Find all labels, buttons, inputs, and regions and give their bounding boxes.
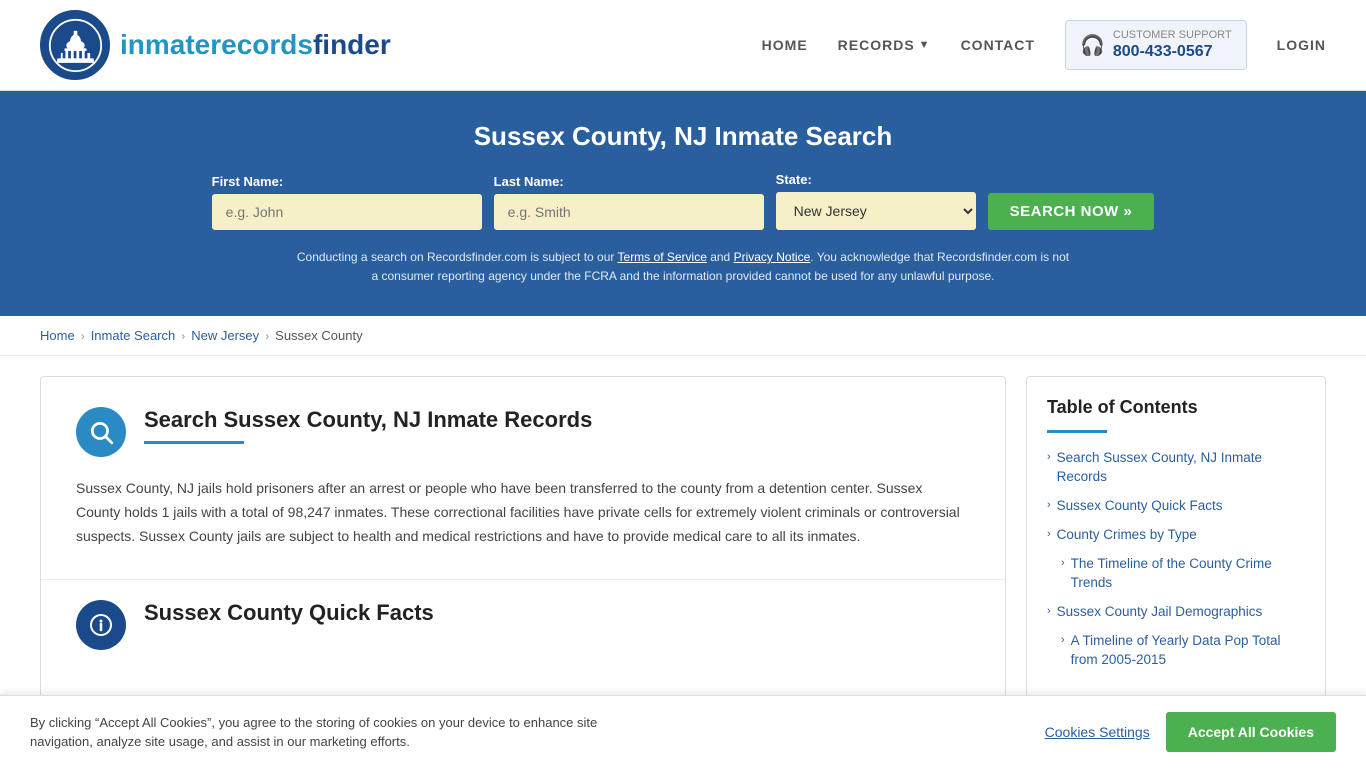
toc-link-4[interactable]: The Timeline of the County Crime Trends [1071, 555, 1305, 593]
main-nav: HOME RECORDS ▼ CONTACT 🎧 CUSTOMER SUPPOR… [762, 20, 1326, 69]
nav-records[interactable]: RECORDS ▼ [838, 37, 931, 53]
site-header: inmaterecordsfinder HOME RECORDS ▼ CONTA… [0, 0, 1366, 91]
last-name-group: Last Name: [494, 174, 764, 230]
terms-link[interactable]: Terms of Service [618, 250, 707, 264]
chevron-right-icon-2: › [1047, 499, 1051, 511]
support-number: 800-433-0567 [1113, 43, 1232, 61]
breadcrumb: Home › Inmate Search › New Jersey › Suss… [0, 316, 1366, 356]
first-name-group: First Name: [212, 174, 482, 230]
logo-text: inmaterecordsfinder [120, 29, 391, 61]
toc-box: Table of Contents › Search Sussex County… [1026, 376, 1326, 700]
toc-item-6: › A Timeline of Yearly Data Pop Total fr… [1061, 632, 1305, 670]
sidebar: Table of Contents › Search Sussex County… [1026, 376, 1326, 700]
state-group: State: New Jersey Alabama Alaska Arizona… [776, 172, 976, 230]
breadcrumb-sep-2: › [181, 329, 185, 343]
disclaimer-text: Conducting a search on Recordsfinder.com… [293, 248, 1073, 286]
toc-link-5[interactable]: Sussex County Jail Demographics [1057, 603, 1263, 622]
last-name-label: Last Name: [494, 174, 564, 189]
page-title: Sussex County, NJ Inmate Search [40, 121, 1326, 152]
breadcrumb-sep-3: › [265, 329, 269, 343]
section-1-body: Sussex County, NJ jails hold prisoners a… [76, 477, 970, 548]
section-2-title-area: Sussex County Quick Facts [144, 600, 434, 626]
section-2-header: Sussex County Quick Facts [76, 600, 970, 650]
main-content: Search Sussex County, NJ Inmate Records … [0, 356, 1366, 720]
support-info: CUSTOMER SUPPORT 800-433-0567 [1113, 29, 1232, 60]
breadcrumb-sussex-county: Sussex County [275, 328, 362, 343]
section-1-header: Search Sussex County, NJ Inmate Records [76, 407, 970, 457]
nav-contact[interactable]: CONTACT [961, 37, 1035, 53]
toc-divider [1047, 430, 1107, 433]
breadcrumb-new-jersey[interactable]: New Jersey [191, 328, 259, 343]
toc-item-2: › Sussex County Quick Facts [1047, 497, 1305, 516]
customer-support-box: 🎧 CUSTOMER SUPPORT 800-433-0567 [1065, 20, 1247, 69]
chevron-down-icon: ▼ [919, 39, 931, 51]
article-section-1: Search Sussex County, NJ Inmate Records … [41, 377, 1005, 579]
toc-link-2[interactable]: Sussex County Quick Facts [1057, 497, 1223, 516]
toc-item-3: › County Crimes by Type [1047, 526, 1305, 545]
last-name-input[interactable] [494, 194, 764, 230]
first-name-label: First Name: [212, 174, 284, 189]
logo-finder: finder [313, 29, 391, 60]
toc-item-4: › The Timeline of the County Crime Trend… [1061, 555, 1305, 593]
toc-item-1: › Search Sussex County, NJ Inmate Record… [1047, 449, 1305, 487]
section-1-underline [144, 441, 244, 444]
login-button[interactable]: LOGIN [1277, 37, 1326, 53]
chevron-right-icon-1: › [1047, 451, 1051, 463]
logo-records: records [210, 29, 313, 60]
toc-list: › Search Sussex County, NJ Inmate Record… [1047, 449, 1305, 669]
cookie-actions: Cookies Settings Accept All Cookies [1045, 712, 1336, 752]
hero-section: Sussex County, NJ Inmate Search First Na… [0, 91, 1366, 316]
article: Search Sussex County, NJ Inmate Records … [40, 376, 1006, 700]
cookie-text: By clicking “Accept All Cookies”, you ag… [30, 713, 630, 752]
section-1-title: Search Sussex County, NJ Inmate Records [144, 407, 592, 433]
chevron-right-icon-4: › [1061, 557, 1065, 569]
article-section-2-partial: Sussex County Quick Facts [41, 580, 1005, 660]
toc-title: Table of Contents [1047, 397, 1305, 418]
logo-icon [40, 10, 110, 80]
logo-inmate: inmate [120, 29, 210, 60]
headset-icon: 🎧 [1080, 33, 1105, 58]
support-label: CUSTOMER SUPPORT [1113, 29, 1232, 42]
toc-item-5: › Sussex County Jail Demographics [1047, 603, 1305, 622]
chevron-right-icon-5: › [1047, 605, 1051, 617]
section-2-title: Sussex County Quick Facts [144, 600, 434, 626]
logo-area: inmaterecordsfinder [40, 10, 391, 80]
accept-cookies-button[interactable]: Accept All Cookies [1166, 712, 1336, 752]
search-button[interactable]: SEARCH NOW » [988, 193, 1155, 230]
toc-link-6[interactable]: A Timeline of Yearly Data Pop Total from… [1071, 632, 1305, 670]
privacy-link[interactable]: Privacy Notice [734, 250, 811, 264]
state-select[interactable]: New Jersey Alabama Alaska Arizona Arkans… [776, 192, 976, 230]
chevron-right-icon-6: › [1061, 634, 1065, 646]
breadcrumb-inmate-search[interactable]: Inmate Search [91, 328, 176, 343]
cookie-banner: By clicking “Accept All Cookies”, you ag… [0, 695, 1366, 768]
cookie-settings-button[interactable]: Cookies Settings [1045, 724, 1150, 740]
toc-link-3[interactable]: County Crimes by Type [1057, 526, 1197, 545]
nav-home[interactable]: HOME [762, 37, 808, 53]
search-form: First Name: Last Name: State: New Jersey… [40, 172, 1326, 230]
section-1-title-area: Search Sussex County, NJ Inmate Records [144, 407, 592, 444]
breadcrumb-sep-1: › [81, 329, 85, 343]
first-name-input[interactable] [212, 194, 482, 230]
breadcrumb-home[interactable]: Home [40, 328, 75, 343]
toc-link-1[interactable]: Search Sussex County, NJ Inmate Records [1057, 449, 1305, 487]
info-icon-circle [76, 600, 126, 650]
state-label: State: [776, 172, 812, 187]
chevron-right-icon-3: › [1047, 528, 1051, 540]
search-icon-circle [76, 407, 126, 457]
